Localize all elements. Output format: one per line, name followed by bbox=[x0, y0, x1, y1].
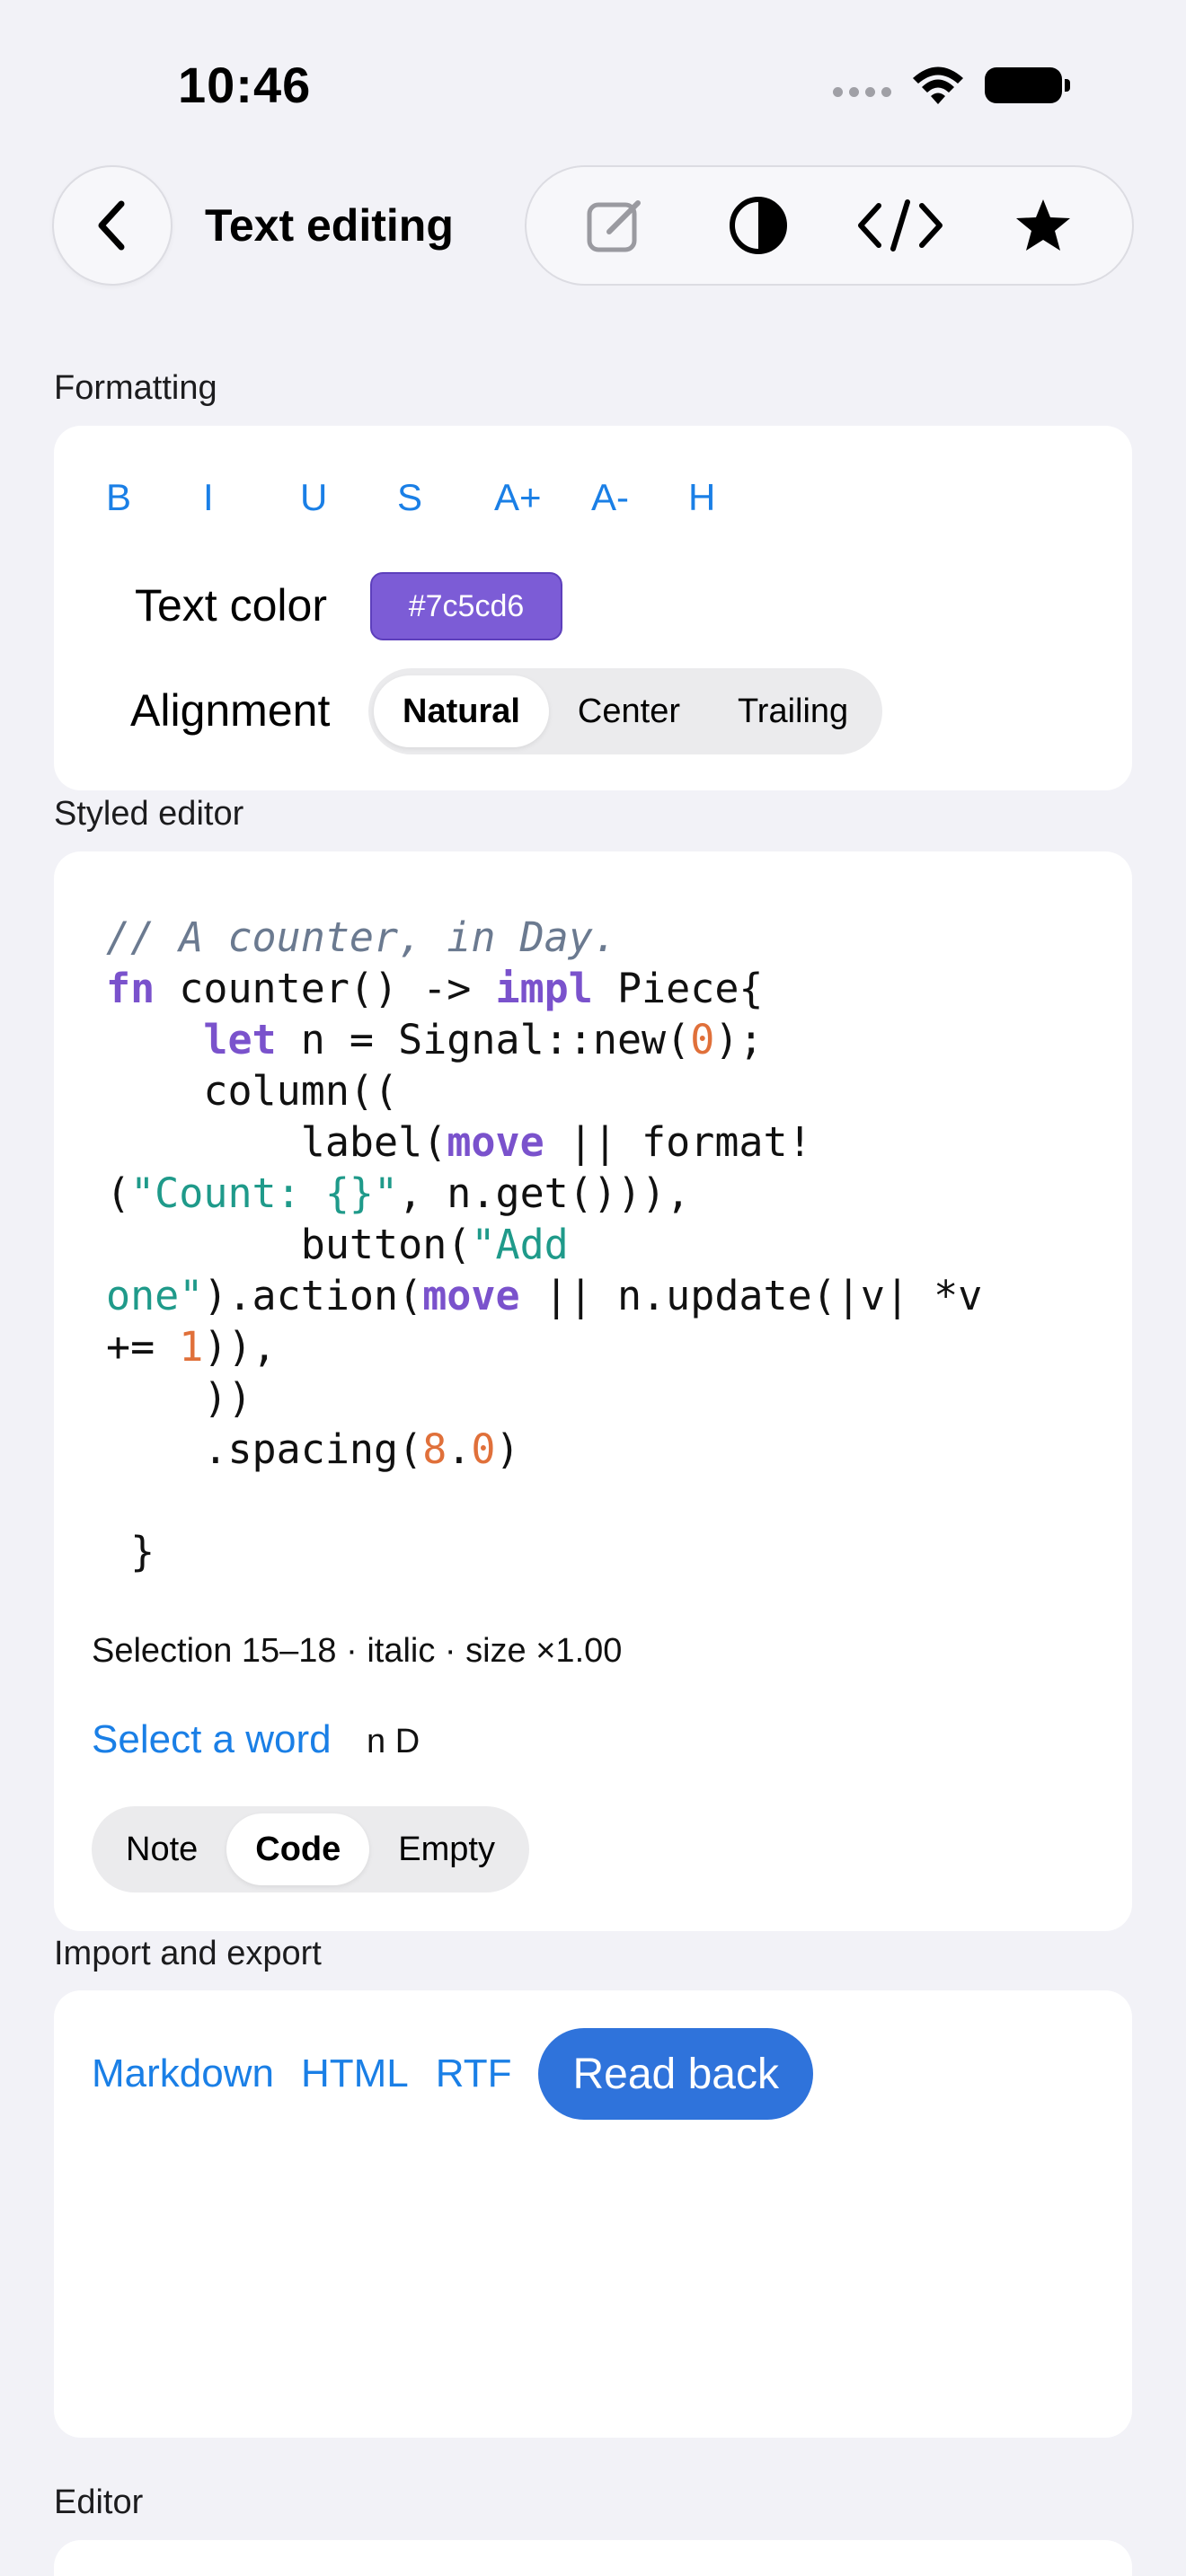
increase-size-button[interactable]: A+ bbox=[494, 476, 591, 519]
contrast-icon bbox=[729, 197, 787, 254]
mode-code[interactable]: Code bbox=[226, 1813, 370, 1885]
format-buttons: B I U S A+ A- H bbox=[106, 476, 785, 519]
code-icon bbox=[858, 199, 943, 251]
back-button[interactable] bbox=[52, 165, 173, 286]
underline-button[interactable]: U bbox=[300, 476, 397, 519]
mode-segmented-control: Note Code Empty bbox=[92, 1806, 529, 1892]
alignment-center[interactable]: Center bbox=[549, 675, 709, 747]
battery-icon bbox=[985, 67, 1070, 103]
mode-note[interactable]: Note bbox=[97, 1813, 226, 1885]
bold-button[interactable]: B bbox=[106, 476, 203, 519]
selection-info: Selection 15–18 · italic · size ×1.00 bbox=[92, 1632, 623, 1670]
rtf-link[interactable]: RTF bbox=[436, 2051, 512, 2096]
compose-button[interactable] bbox=[566, 176, 665, 275]
cellular-dots-icon bbox=[833, 86, 891, 97]
alignment-trailing[interactable]: Trailing bbox=[709, 675, 877, 747]
section-label-import-export: Import and export bbox=[54, 1935, 322, 1972]
section-label-editor: Editor bbox=[54, 2483, 144, 2521]
compose-icon bbox=[587, 200, 642, 252]
section-label-styled-editor: Styled editor bbox=[54, 795, 244, 833]
markdown-link[interactable]: Markdown bbox=[92, 2051, 274, 2096]
select-word-button[interactable]: Select a word bbox=[92, 1717, 332, 1762]
html-link[interactable]: HTML bbox=[301, 2051, 409, 2096]
mode-empty[interactable]: Empty bbox=[369, 1813, 524, 1885]
highlight-button[interactable]: H bbox=[688, 476, 785, 519]
toolbar bbox=[525, 165, 1134, 286]
selected-word-output: n D bbox=[367, 1723, 420, 1760]
alignment-natural[interactable]: Natural bbox=[374, 675, 549, 747]
text-color-picker[interactable]: #7c5cd6 bbox=[370, 572, 562, 640]
text-color-label: Text color bbox=[135, 580, 327, 631]
favorite-button[interactable] bbox=[994, 176, 1093, 275]
alignment-label: Alignment bbox=[130, 685, 331, 736]
strikethrough-button[interactable]: S bbox=[397, 476, 494, 519]
contrast-button[interactable] bbox=[709, 176, 808, 275]
italic-button[interactable]: I bbox=[203, 476, 300, 519]
alignment-segmented-control: Natural Center Trailing bbox=[368, 668, 883, 754]
status-time: 10:46 bbox=[178, 57, 312, 113]
code-editor[interactable]: // A counter, in Day. fn counter() -> im… bbox=[106, 912, 1094, 1577]
code-button[interactable] bbox=[851, 176, 950, 275]
import-export-actions: Markdown HTML RTF Read back bbox=[92, 2028, 813, 2120]
chevron-left-icon bbox=[98, 200, 125, 251]
decrease-size-button[interactable]: A- bbox=[591, 476, 688, 519]
status-icons bbox=[833, 65, 1070, 106]
read-back-button[interactable]: Read back bbox=[538, 2028, 813, 2120]
section-label-formatting: Formatting bbox=[54, 369, 217, 407]
star-icon bbox=[1015, 199, 1070, 251]
page-title: Text editing bbox=[205, 200, 454, 251]
editor-card[interactable] bbox=[54, 2540, 1132, 2576]
wifi-icon bbox=[913, 66, 963, 104]
